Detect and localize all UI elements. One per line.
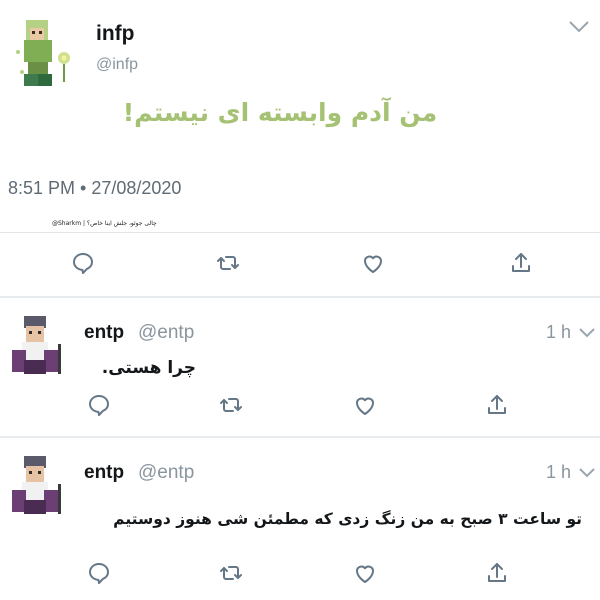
reply-icon[interactable] (86, 392, 112, 418)
chevron-down-icon[interactable] (568, 20, 590, 34)
divider (0, 232, 600, 233)
reply-icon[interactable] (70, 250, 96, 276)
watermark-text: @Sharkm | چالی جوئو، جلش اینا خاص؟ (52, 220, 157, 227)
avatar[interactable] (6, 454, 72, 524)
reply-time[interactable]: 1 h (546, 322, 571, 343)
retweet-icon[interactable] (218, 392, 244, 418)
reply-text: تو ساعت ۳ صبح به من زنگ زدی که مطمئن شی … (113, 510, 582, 528)
retweet-icon[interactable] (215, 250, 241, 276)
divider (0, 296, 600, 298)
author-name[interactable]: infp (96, 22, 134, 46)
like-icon[interactable] (360, 250, 386, 276)
reply-author-name[interactable]: entp (84, 462, 124, 484)
divider (0, 436, 600, 438)
avatar[interactable] (12, 14, 78, 94)
like-icon[interactable] (352, 560, 378, 586)
reply-author-name[interactable]: entp (84, 322, 124, 344)
tweet-timestamp[interactable]: 8:51 PM • 27/08/2020 (8, 178, 181, 199)
like-icon[interactable] (352, 392, 378, 418)
reply-author-handle[interactable]: @entp (138, 462, 194, 484)
reply-icon[interactable] (86, 560, 112, 586)
author-handle[interactable]: @infp (96, 56, 138, 74)
reply-time[interactable]: 1 h (546, 462, 571, 483)
reply-text: چرا هستی. (101, 358, 196, 378)
tweet-text: من آدم وابسته ای نیستم! (122, 98, 438, 127)
share-icon[interactable] (484, 560, 510, 586)
share-icon[interactable] (508, 250, 534, 276)
share-icon[interactable] (484, 392, 510, 418)
chevron-down-icon[interactable] (578, 326, 596, 338)
retweet-icon[interactable] (218, 560, 244, 586)
avatar[interactable] (6, 314, 72, 384)
reply-author-handle[interactable]: @entp (138, 322, 194, 344)
chevron-down-icon[interactable] (578, 466, 596, 478)
